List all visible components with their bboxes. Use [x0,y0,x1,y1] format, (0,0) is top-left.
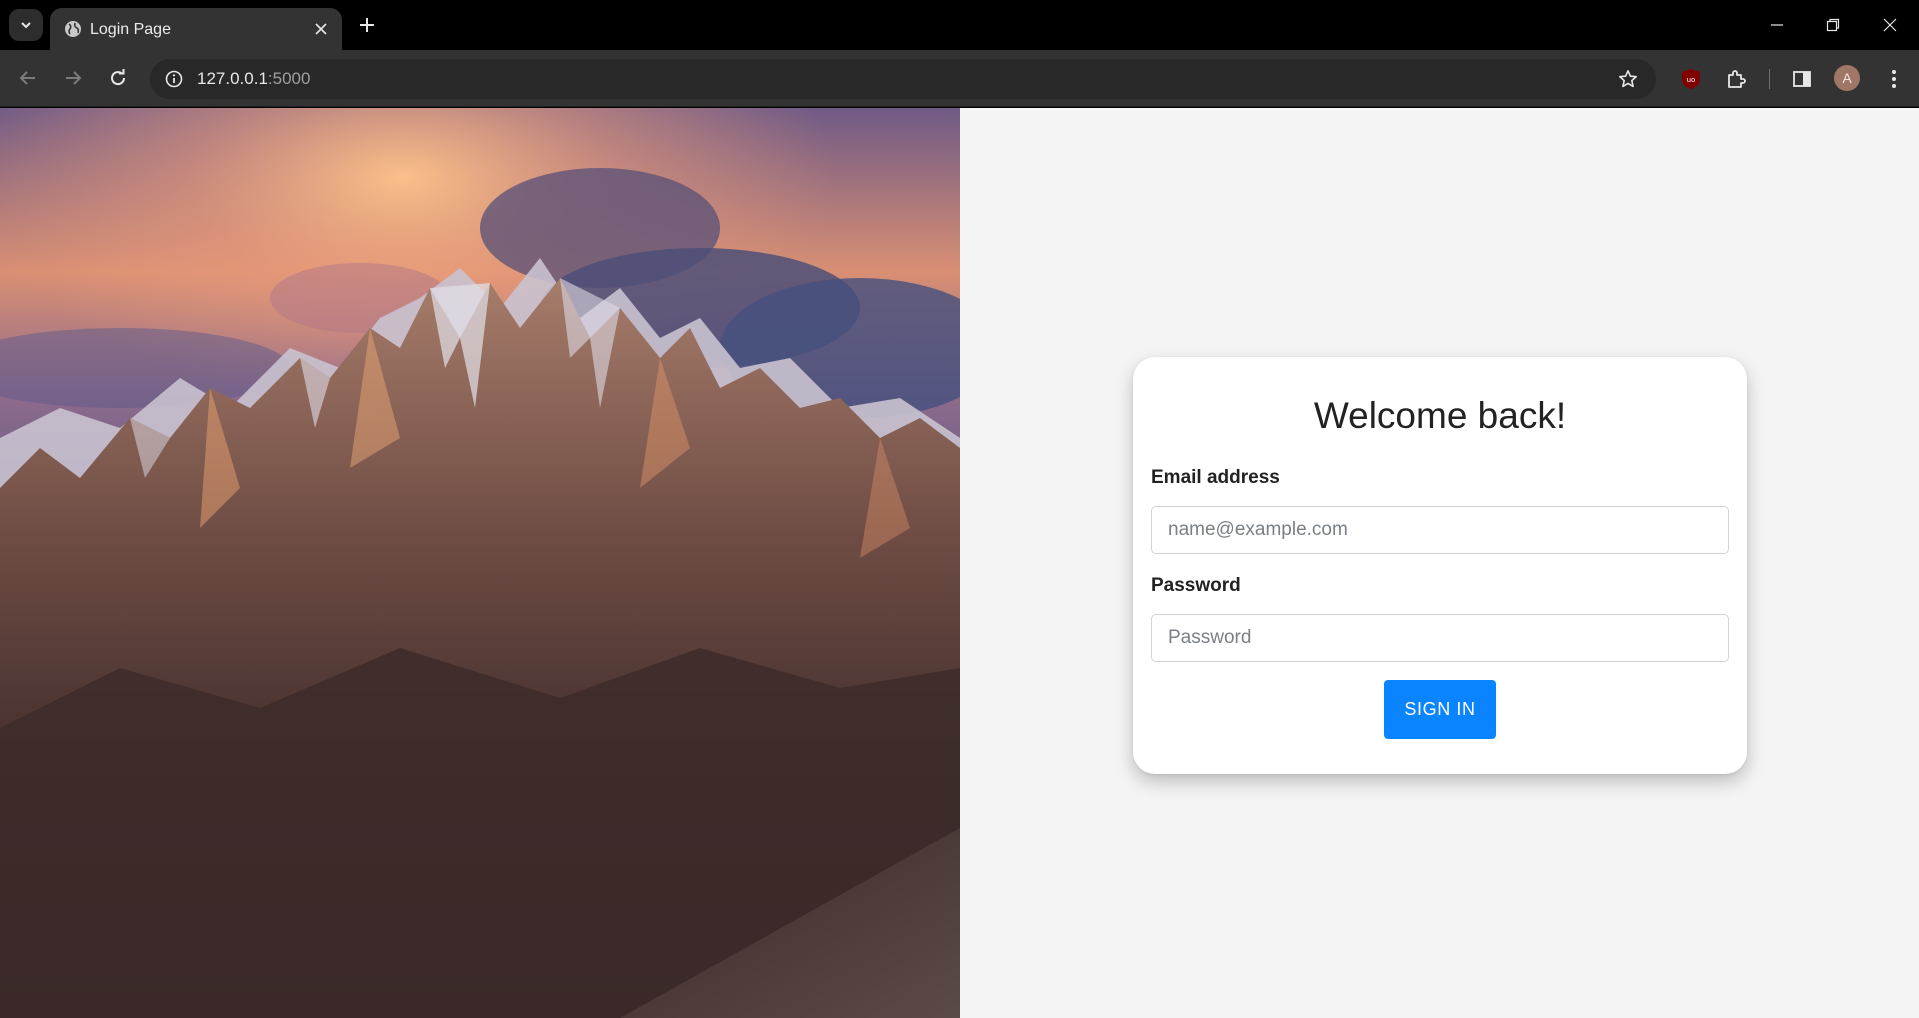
minimize-icon [1771,24,1783,26]
mountain-landscape-illustration [0,108,960,1018]
login-card: Welcome back! Email address Password SIG… [1133,357,1747,774]
tab-close-button[interactable] [308,16,334,42]
back-button[interactable] [10,60,46,96]
side-panel-button[interactable] [1787,64,1817,94]
extensions-icon [1728,70,1746,88]
chevron-down-icon [21,22,31,29]
mountain-hero-image [0,108,960,1018]
close-icon [1883,18,1897,32]
url-port: :5000 [267,69,311,88]
close-window-button[interactable] [1870,8,1910,42]
side-panel-icon [1793,71,1811,87]
tab-search-button[interactable] [9,9,43,41]
url-text: 127.0.0.1:5000 [197,69,310,89]
back-icon [19,71,35,85]
info-icon [165,70,183,88]
svg-text:uo: uo [1687,76,1696,84]
browser-toolbar: 127.0.0.1:5000 uo A [0,50,1919,107]
bookmark-button[interactable] [1616,67,1640,91]
email-field[interactable] [1151,506,1729,554]
browser-tab-strip: Login Page [0,0,1919,50]
reload-button[interactable] [100,60,136,96]
restore-button[interactable] [1813,8,1853,42]
password-field[interactable] [1151,614,1729,662]
reload-icon [111,69,126,86]
email-label: Email address [1151,467,1280,488]
browser-tab[interactable]: Login Page [50,8,342,50]
tab-title: Login Page [90,21,171,38]
page-viewport: Welcome back! Email address Password SIG… [0,108,1919,1018]
globe-icon [65,21,81,37]
forward-button[interactable] [55,60,91,96]
profile-avatar[interactable]: A [1834,65,1860,91]
address-bar[interactable]: 127.0.0.1:5000 [150,59,1656,99]
ublock-extension-button[interactable]: uo [1676,64,1706,94]
password-label: Password [1151,575,1241,596]
close-icon [315,23,327,35]
new-tab-button[interactable] [352,10,382,40]
restore-icon [1826,18,1840,32]
login-title: Welcome back! [1313,395,1567,436]
browser-menu-button[interactable] [1879,64,1909,94]
star-icon [1619,70,1637,88]
extensions-button[interactable] [1721,64,1751,94]
url-host: 127.0.0.1 [197,69,268,88]
plus-icon [360,18,374,32]
minimize-button[interactable] [1757,8,1797,42]
kebab-menu-icon [1892,70,1896,88]
site-info-button[interactable] [162,67,186,91]
forward-icon [66,71,82,85]
toolbar-separator [1769,69,1770,89]
sign-in-button[interactable]: SIGN IN [1384,680,1496,739]
ublock-icon: uo [1682,69,1700,89]
